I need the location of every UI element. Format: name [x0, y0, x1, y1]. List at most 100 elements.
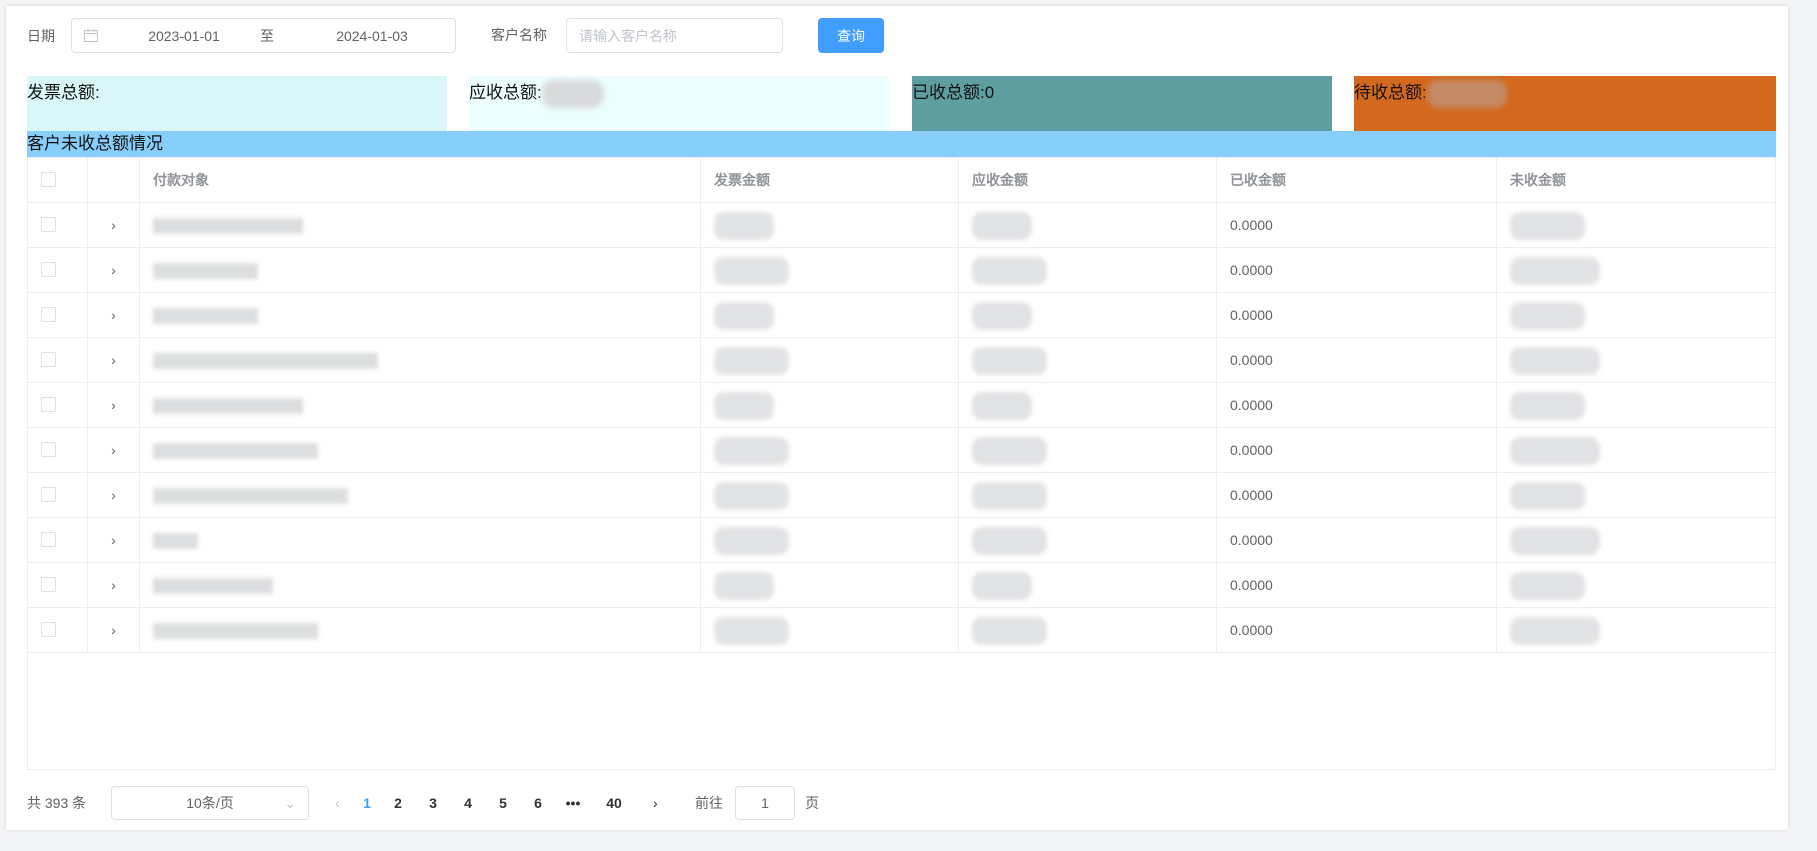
chevron-right-icon: › [111, 622, 116, 638]
row-checkbox[interactable] [41, 217, 56, 232]
payer-name-redacted [153, 533, 198, 550]
page-size-select[interactable]: 10条/页 ⌄ [111, 786, 309, 820]
date-range-picker[interactable]: 2023-01-01 至 2024-01-03 [71, 18, 456, 53]
expand-row-button[interactable]: › [88, 293, 140, 337]
invoice-amount-redacted [714, 527, 789, 556]
unreceived-amount-redacted [1510, 527, 1600, 556]
received-amount: 0.0000 [1217, 518, 1497, 562]
page-40[interactable]: 40 [599, 786, 629, 820]
row-checkbox[interactable] [41, 262, 56, 277]
column-header-invoice-amount[interactable]: 发票金额 [701, 158, 959, 202]
row-checkbox[interactable] [41, 307, 56, 322]
page-3[interactable]: 3 [418, 786, 448, 820]
receivable-amount-redacted [972, 302, 1032, 331]
column-header-unreceived-amount[interactable]: 未收金额 [1497, 158, 1775, 202]
expand-row-button[interactable]: › [88, 608, 140, 652]
goto-label: 前往 [695, 795, 723, 811]
page-6[interactable]: 6 [523, 786, 553, 820]
table-row[interactable]: › 0.0000 [28, 473, 1775, 518]
select-all-checkbox[interactable] [41, 172, 56, 187]
pending-total-redacted [1426, 79, 1507, 108]
table-row[interactable]: › 0.0000 [28, 608, 1775, 653]
chevron-right-icon: › [111, 352, 116, 368]
column-header-receivable-amount[interactable]: 应收金额 [959, 158, 1217, 202]
column-header-payer[interactable]: 付款对象 [140, 158, 701, 202]
date-label: 日期 [27, 27, 55, 44]
expand-row-button[interactable]: › [88, 338, 140, 382]
page-1[interactable]: 1 [352, 786, 382, 820]
receivable-total-redacted [541, 79, 604, 108]
table-row[interactable]: › 0.0000 [28, 383, 1775, 428]
payer-name-redacted [153, 398, 303, 415]
received-amount: 0.0000 [1217, 563, 1497, 607]
invoice-amount-redacted [714, 482, 789, 511]
received-amount: 0.0000 [1217, 248, 1497, 292]
expand-row-button[interactable]: › [88, 518, 140, 562]
customer-name-input[interactable] [566, 18, 783, 53]
expand-row-button[interactable]: › [88, 563, 140, 607]
payer-name-redacted [153, 218, 303, 235]
section-title: 客户未收总额情况 [27, 131, 1776, 157]
table-row[interactable]: › 0.0000 [28, 293, 1775, 338]
row-checkbox[interactable] [41, 532, 56, 547]
unreceived-amount-redacted [1510, 302, 1585, 331]
payer-name-redacted [153, 263, 258, 280]
chevron-right-icon: › [111, 217, 116, 233]
chevron-right-icon: › [111, 307, 116, 323]
expand-row-button[interactable]: › [88, 428, 140, 472]
calendar-icon [84, 29, 98, 42]
column-header-received-amount[interactable]: 已收金额 [1217, 158, 1497, 202]
table-row[interactable]: › 0.0000 [28, 248, 1775, 293]
receivable-amount-redacted [972, 212, 1032, 241]
query-button[interactable]: 查询 [818, 18, 884, 53]
chevron-right-icon: › [111, 487, 116, 503]
table-header: 付款对象 发票金额 应收金额 已收金额 未收金额 [28, 158, 1775, 203]
expand-row-button[interactable]: › [88, 248, 140, 292]
next-page-button[interactable]: › [653, 786, 658, 820]
row-checkbox[interactable] [41, 622, 56, 637]
prev-page-button[interactable]: ‹ [335, 786, 340, 820]
chevron-down-icon: ⌄ [284, 795, 296, 811]
unreceived-amount-redacted [1510, 392, 1585, 421]
page-2[interactable]: 2 [383, 786, 413, 820]
page-suffix: 页 [805, 795, 819, 811]
row-checkbox[interactable] [41, 487, 56, 502]
received-amount: 0.0000 [1217, 293, 1497, 337]
page-more[interactable]: ••• [558, 786, 588, 820]
row-checkbox[interactable] [41, 577, 56, 592]
invoice-amount-redacted [714, 302, 774, 331]
pending-total-label: 待收总额: [1354, 83, 1427, 102]
unreceived-amount-redacted [1510, 347, 1600, 376]
chevron-right-icon: › [111, 262, 116, 278]
row-checkbox[interactable] [41, 442, 56, 457]
invoice-amount-redacted [714, 257, 789, 286]
table-row[interactable]: › 0.0000 [28, 338, 1775, 383]
table-row[interactable]: › 0.0000 [28, 428, 1775, 473]
unreceived-amount-redacted [1510, 617, 1600, 646]
expand-row-button[interactable]: › [88, 203, 140, 247]
invoice-amount-redacted [714, 212, 774, 241]
expand-row-button[interactable]: › [88, 383, 140, 427]
payer-name-redacted [153, 488, 348, 505]
pagination-total: 共 393 条 [27, 795, 87, 811]
table-row[interactable]: › 0.0000 [28, 203, 1775, 248]
table-row[interactable]: › 0.0000 [28, 518, 1775, 563]
goto-page-input[interactable] [735, 786, 795, 820]
receivable-total-label: 应收总额: [469, 83, 542, 102]
date-end-input[interactable]: 2024-01-03 [317, 28, 427, 44]
receivable-total-box: 应收总额: [469, 76, 889, 131]
received-amount: 0.0000 [1217, 203, 1497, 247]
row-checkbox[interactable] [41, 397, 56, 412]
payer-name-redacted [153, 308, 258, 325]
page-5[interactable]: 5 [488, 786, 518, 820]
date-start-input[interactable]: 2023-01-01 [129, 28, 239, 44]
row-checkbox[interactable] [41, 352, 56, 367]
expand-row-button[interactable]: › [88, 473, 140, 517]
page-4[interactable]: 4 [453, 786, 483, 820]
received-total-label: 已收总额:0 [912, 83, 995, 102]
unreceived-amount-redacted [1510, 572, 1585, 601]
received-amount: 0.0000 [1217, 608, 1497, 652]
table-row[interactable]: › 0.0000 [28, 563, 1775, 608]
unreceived-amount-redacted [1510, 437, 1600, 466]
invoice-amount-redacted [714, 437, 789, 466]
